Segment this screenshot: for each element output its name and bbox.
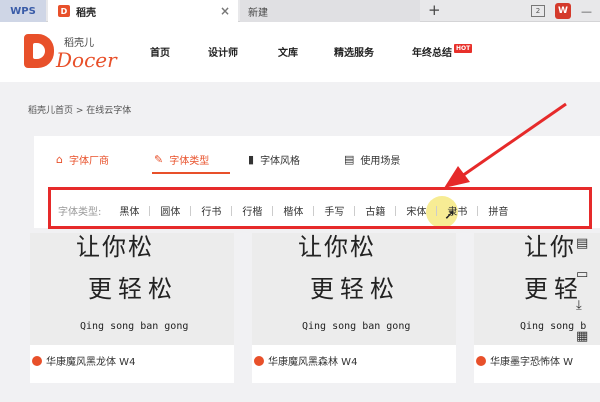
font-card[interactable]: 让你松 更轻松 Qing song ban gong 华康魔风黑龙体 W4 bbox=[30, 233, 234, 383]
nav-year-summary[interactable]: 年终总结 HOT bbox=[412, 44, 473, 59]
tab-font-style[interactable]: ▮ 字体风格 bbox=[248, 152, 300, 167]
font-name-text: 华康魔风黑龙体 W4 bbox=[46, 357, 136, 368]
nav-home[interactable]: 首页 bbox=[150, 44, 170, 59]
tab-use-scene[interactable]: ▤ 使用场景 bbox=[344, 152, 400, 167]
breadcrumb[interactable]: 稻壳儿首页 > 在线云字体 bbox=[28, 103, 131, 116]
font-name-text: 华康墨字恐怖体 W bbox=[490, 357, 574, 368]
tab-docer[interactable]: D 稻壳 × bbox=[48, 0, 238, 22]
tab-new-label: 新建 bbox=[248, 7, 268, 19]
docer-logo[interactable]: 稻壳儿 Docer bbox=[24, 34, 117, 72]
font-name: 华康魔风黑森林 W4 bbox=[254, 353, 357, 368]
font-brand-icon bbox=[254, 355, 264, 366]
preview-line-1: 让你松 bbox=[298, 233, 376, 261]
preview-pinyin: Qing song ban gong bbox=[302, 321, 411, 332]
tab-font-maker[interactable]: ⌂ 字体厂商 bbox=[56, 152, 109, 167]
new-tab-icon[interactable]: + bbox=[428, 1, 441, 19]
mouse-cursor-icon: ➚ bbox=[444, 207, 456, 223]
preview-line-2: 更轻松 bbox=[310, 275, 400, 303]
site-header: 稻壳儿 Docer 首页 设计师 文库 精选服务 年终总结 HOT bbox=[0, 22, 600, 82]
preview-line-2: 更轻松 bbox=[88, 275, 178, 303]
preview-line-1: 让你松 bbox=[76, 233, 154, 261]
docer-logo-mark bbox=[24, 34, 54, 68]
grid-icon[interactable]: ▦ bbox=[576, 329, 588, 344]
logo-cn-text: 稻壳儿 bbox=[64, 38, 94, 49]
nav-designer[interactable]: 设计师 bbox=[208, 44, 238, 59]
chat-icon[interactable]: ▭ bbox=[576, 267, 588, 282]
floating-toolbar: ▤ ▭ ⤓ ▦ bbox=[576, 236, 588, 344]
font-brand-icon bbox=[32, 355, 42, 366]
tab-wps-label: WPS bbox=[10, 5, 36, 17]
tab-docer-label: 稻壳 bbox=[76, 7, 96, 19]
title-bar: WPS D 稻壳 × 新建 + 2 W — bbox=[0, 0, 600, 22]
font-preview: 让你松 更轻松 Qing song ban gong bbox=[252, 233, 456, 345]
window-count-icon[interactable]: 2 bbox=[531, 5, 545, 17]
home-icon: ⌂ bbox=[56, 153, 63, 166]
close-tab-icon[interactable]: × bbox=[220, 4, 230, 18]
wps-account-icon[interactable]: W bbox=[555, 3, 571, 19]
font-name: 华康魔风黑龙体 W4 bbox=[32, 353, 135, 368]
hot-badge: HOT bbox=[454, 44, 473, 53]
font-brand-icon bbox=[476, 355, 486, 366]
nav-library[interactable]: 文库 bbox=[278, 44, 298, 59]
docer-tab-icon: D bbox=[58, 5, 70, 17]
document-icon: ▤ bbox=[344, 153, 355, 166]
annotation-highlight-box bbox=[48, 187, 592, 229]
document-icon[interactable]: ▤ bbox=[576, 236, 588, 251]
active-tab-underline bbox=[152, 172, 230, 174]
download-icon[interactable]: ⤓ bbox=[576, 298, 588, 313]
font-preview: 让你松 更轻松 Qing song ban gong bbox=[30, 233, 234, 345]
tab-font-maker-label: 字体厂商 bbox=[68, 156, 109, 167]
font-name: 华康墨字恐怖体 W bbox=[476, 353, 573, 368]
minimize-icon[interactable]: — bbox=[581, 5, 592, 18]
bookmark-icon: ▮ bbox=[248, 153, 255, 166]
font-name-text: 华康魔风黑森林 W4 bbox=[268, 357, 358, 368]
pen-icon: ✎ bbox=[154, 153, 164, 166]
logo-en-text: Docer bbox=[56, 48, 117, 72]
tab-new[interactable]: 新建 bbox=[240, 0, 420, 22]
tab-font-type-label: 字体类型 bbox=[169, 156, 210, 167]
window-controls: 2 W — bbox=[531, 0, 600, 22]
tab-use-scene-label: 使用场景 bbox=[360, 156, 401, 167]
tab-font-style-label: 字体风格 bbox=[260, 156, 301, 167]
tab-wps[interactable]: WPS bbox=[0, 0, 46, 22]
preview-pinyin: Qing song ban gong bbox=[80, 321, 189, 332]
font-card[interactable]: 让你松 更轻松 Qing song ban gong 华康魔风黑森林 W4 bbox=[252, 233, 456, 383]
tab-font-type[interactable]: ✎ 字体类型 bbox=[154, 152, 209, 167]
nav-services[interactable]: 精选服务 bbox=[334, 44, 374, 59]
preview-line-1: 让你 bbox=[524, 233, 576, 261]
preview-line-2: 更轻 bbox=[524, 275, 584, 303]
nav-year-summary-label: 年终总结 bbox=[412, 48, 452, 59]
